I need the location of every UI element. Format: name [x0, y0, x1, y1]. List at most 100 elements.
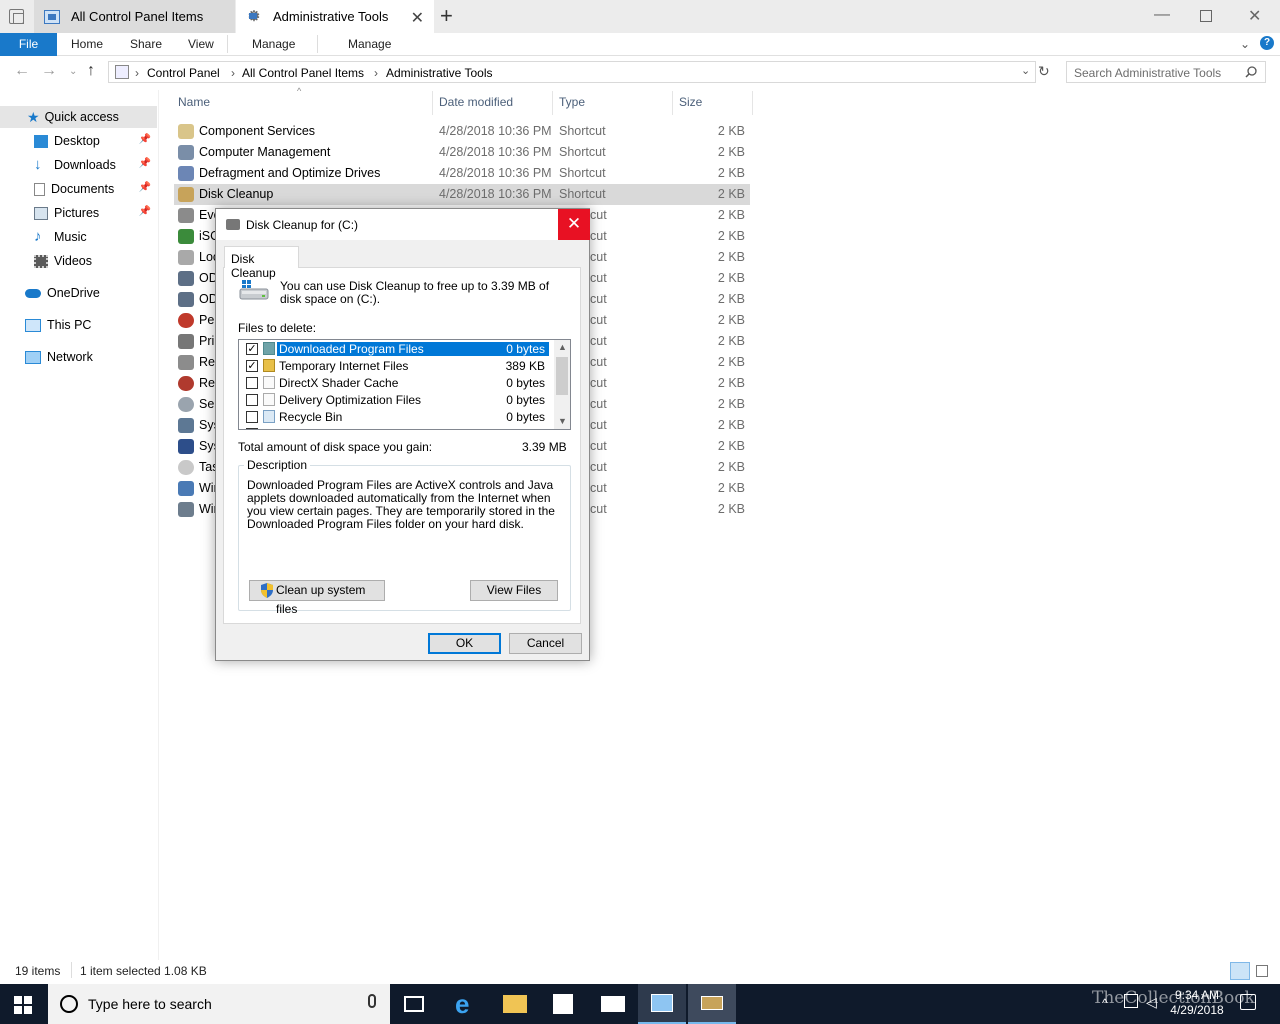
- pin-icon: 📌: [138, 134, 151, 145]
- file-tab[interactable]: File: [0, 33, 57, 56]
- nav-videos[interactable]: Videos: [0, 250, 157, 272]
- view-files-button[interactable]: View Files: [470, 580, 558, 601]
- tab-administrative-tools[interactable]: ⚙ Administrative Tools ✕: [236, 0, 434, 33]
- file-row-computer-management[interactable]: Computer Management 4/28/2018 10:36 PM S…: [174, 142, 750, 163]
- details-view-icon[interactable]: [1230, 962, 1250, 980]
- address-dropdown-icon[interactable]: ⌄: [1021, 64, 1030, 77]
- scroll-down-icon[interactable]: ▼: [558, 416, 567, 426]
- list-scrollbar[interactable]: ▲ ▼: [554, 340, 570, 429]
- scrollbar-thumb[interactable]: [556, 357, 568, 395]
- ribbon-tab-manage[interactable]: Manage: [252, 37, 295, 51]
- column-header-name[interactable]: Name: [178, 95, 210, 109]
- large-icons-view-icon[interactable]: [1256, 965, 1268, 977]
- checkbox-downloaded-program-files[interactable]: ✓: [246, 343, 258, 355]
- up-arrow-icon[interactable]: ↑: [87, 62, 95, 80]
- scroll-up-icon[interactable]: ▲: [558, 342, 567, 352]
- help-icon[interactable]: ?: [1260, 36, 1274, 50]
- microphone-icon[interactable]: [368, 994, 376, 1008]
- dialog-panel: You can use Disk Cleanup to free up to 3…: [223, 267, 581, 624]
- address-bar[interactable]: › Control Panel › All Control Panel Item…: [108, 61, 1036, 83]
- close-window-button[interactable]: ✕: [1248, 6, 1261, 26]
- action-center-icon[interactable]: [1240, 994, 1256, 1010]
- cancel-button[interactable]: Cancel: [509, 633, 582, 654]
- pane-divider[interactable]: [158, 90, 159, 960]
- disk-cleanup-icon: [701, 996, 723, 1010]
- breadcrumb-administrative-tools[interactable]: Administrative Tools: [386, 66, 493, 80]
- nav-network[interactable]: Network: [0, 346, 157, 368]
- expand-ribbon-icon[interactable]: ⌄: [1240, 37, 1250, 51]
- taskbar-disk-cleanup[interactable]: [688, 984, 736, 1024]
- file-row-component-services[interactable]: Component Services 4/28/2018 10:36 PM Sh…: [174, 121, 750, 142]
- files-to-delete-list[interactable]: ✓ Downloaded Program Files 0 bytes ✓ Tem…: [238, 339, 571, 430]
- back-arrow-icon[interactable]: ←: [14, 62, 30, 80]
- print-management-icon: [178, 334, 194, 349]
- list-item-directx-shader-cache[interactable]: DirectX Shader Cache 0 bytes: [239, 374, 551, 391]
- column-separator[interactable]: [552, 91, 553, 115]
- file-type: Shortcut: [559, 145, 606, 159]
- nav-pictures[interactable]: Pictures 📌: [0, 202, 157, 224]
- checkbox-recycle-bin[interactable]: [246, 411, 258, 423]
- sort-ascending-icon: ^: [297, 86, 302, 96]
- tab-disk-cleanup[interactable]: Disk Cleanup: [224, 246, 299, 280]
- services-gear-icon: [178, 397, 194, 412]
- store-icon[interactable]: [553, 994, 573, 1014]
- list-item-recycle-bin[interactable]: Recycle Bin 0 bytes: [239, 408, 551, 425]
- column-separator[interactable]: [752, 91, 753, 115]
- minimize-button[interactable]: —: [1154, 6, 1170, 24]
- ribbon-tab-share[interactable]: Share: [130, 37, 162, 51]
- edge-browser-icon[interactable]: e: [455, 991, 479, 1017]
- forward-arrow-icon[interactable]: →: [41, 62, 57, 80]
- file-row-defragment[interactable]: Defragment and Optimize Drives 4/28/2018…: [174, 163, 750, 184]
- nav-onedrive[interactable]: OneDrive: [0, 282, 157, 304]
- tab-all-control-panel-items[interactable]: All Control Panel Items: [34, 0, 235, 33]
- task-view-icon[interactable]: [9, 9, 24, 24]
- pin-icon: 📌: [138, 206, 151, 217]
- nav-documents[interactable]: Documents 📌: [0, 178, 157, 200]
- search-input[interactable]: Search Administrative Tools: [1066, 61, 1266, 83]
- volume-icon[interactable]: ◁: [1146, 994, 1157, 1011]
- windows-start-icon[interactable]: [14, 996, 32, 1014]
- taskbar-control-panel[interactable]: [638, 984, 686, 1024]
- list-item-temporary-internet-files[interactable]: ✓ Temporary Internet Files 389 KB: [239, 357, 551, 374]
- file-size: 2 KB: [717, 208, 745, 222]
- list-item-downloaded-program-files[interactable]: ✓ Downloaded Program Files 0 bytes: [239, 340, 551, 357]
- taskbar-search-box[interactable]: Type here to search: [48, 984, 390, 1024]
- new-tab-button[interactable]: +: [440, 4, 453, 28]
- recent-dropdown-icon[interactable]: ⌄: [69, 66, 77, 77]
- checkbox-directx-shader-cache[interactable]: [246, 377, 258, 389]
- clean-up-system-files-button[interactable]: Clean up system files: [249, 580, 385, 616]
- dialog-close-button[interactable]: ✕: [558, 209, 590, 240]
- breadcrumb-control-panel[interactable]: Control Panel: [147, 66, 220, 80]
- column-separator[interactable]: [672, 91, 673, 115]
- checkbox-delivery-optimization-files[interactable]: [246, 394, 258, 406]
- taskbar-clock[interactable]: 9:34 AM 4/29/2018: [1162, 988, 1232, 1018]
- nav-music[interactable]: ♪ Music: [0, 226, 157, 248]
- column-header-size[interactable]: Size: [679, 95, 702, 109]
- list-item-delivery-optimization-files[interactable]: Delivery Optimization Files 0 bytes: [239, 391, 551, 408]
- folder-icon: [263, 342, 275, 355]
- nav-downloads[interactable]: ↓ Downloads 📌: [0, 154, 157, 176]
- nav-quick-access[interactable]: ★ Quick access: [0, 106, 157, 128]
- show-hidden-icons[interactable]: ^: [1102, 996, 1108, 1010]
- file-size: 2 KB: [717, 313, 745, 327]
- ok-button[interactable]: OK: [428, 633, 501, 654]
- ribbon-tab-home[interactable]: Home: [71, 37, 103, 51]
- ribbon-tab-manage-2[interactable]: Manage: [348, 37, 391, 51]
- maximize-button[interactable]: [1200, 10, 1212, 22]
- column-header-date-modified[interactable]: Date modified: [439, 95, 513, 109]
- nav-label: Pictures: [54, 206, 100, 220]
- file-row-disk-cleanup[interactable]: Disk Cleanup 4/28/2018 10:36 PM Shortcut…: [174, 184, 750, 205]
- nav-this-pc[interactable]: This PC: [0, 314, 157, 336]
- file-explorer-icon[interactable]: [503, 995, 527, 1013]
- column-separator[interactable]: [432, 91, 433, 115]
- mail-icon[interactable]: [601, 996, 625, 1012]
- nav-desktop[interactable]: Desktop 📌: [0, 130, 157, 152]
- breadcrumb-all-control-panel-items[interactable]: All Control Panel Items: [242, 66, 364, 80]
- close-tab-icon[interactable]: ✕: [411, 8, 424, 28]
- column-header-type[interactable]: Type: [559, 95, 585, 109]
- network-tray-icon[interactable]: [1124, 994, 1138, 1008]
- refresh-icon[interactable]: ↻: [1038, 63, 1050, 80]
- task-view-icon[interactable]: [404, 996, 424, 1012]
- ribbon-tab-view[interactable]: View: [188, 37, 214, 51]
- checkbox-temporary-internet-files[interactable]: ✓: [246, 360, 258, 372]
